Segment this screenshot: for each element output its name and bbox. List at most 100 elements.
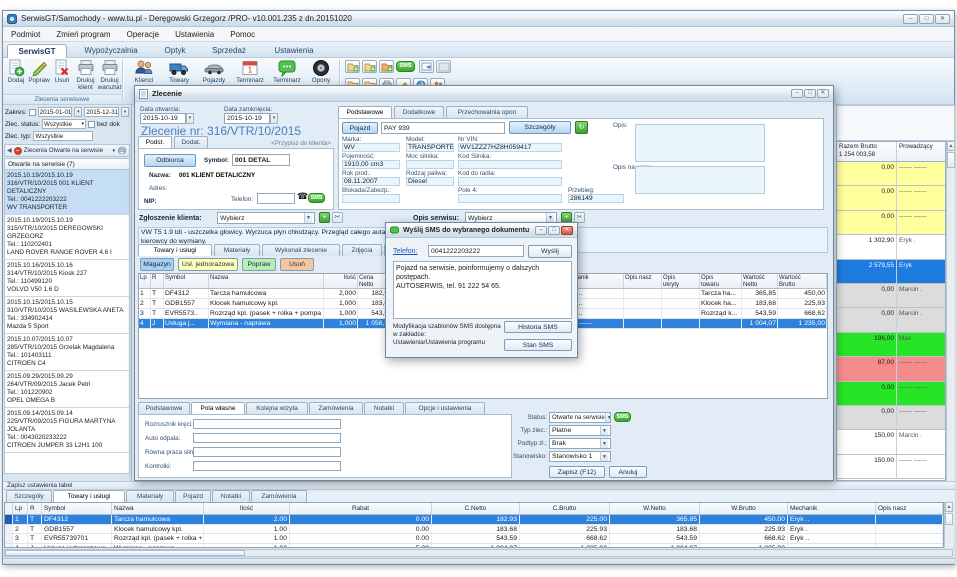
- totals-row[interactable]: 2 579,55 Eryk: [837, 260, 945, 284]
- menu-pomoc[interactable]: Pomoc: [230, 30, 255, 39]
- col-r[interactable]: R: [28, 503, 42, 514]
- save-table-settings-bar[interactable]: Zapisz ustawienia tabel: [3, 481, 955, 490]
- save-button[interactable]: Zapisz (F12): [549, 466, 605, 478]
- col-opis-nasz[interactable]: Opis nasz: [876, 503, 943, 514]
- col-symbol[interactable]: Symbol: [42, 503, 112, 514]
- col-opis-nasz[interactable]: Opis nasz: [624, 274, 662, 288]
- paliwo-input[interactable]: Diesel: [406, 177, 454, 186]
- order-list-item[interactable]: 2015.10.16/2015.10.16 314/VTR/10/2015 Ki…: [5, 260, 129, 297]
- bottom-tab-zamowienia[interactable]: Zamówienia: [251, 490, 307, 502]
- bottom-tab-szczegoly[interactable]: Szczegóły: [6, 490, 52, 502]
- new-vehicle-folder-icon[interactable]: [379, 60, 394, 73]
- przebieg-input[interactable]: 286149: [568, 194, 624, 203]
- assign-to-client-link[interactable]: <Przypisz do klienta>: [253, 140, 331, 147]
- totals-row[interactable]: 0,00 ------ ------: [837, 186, 945, 210]
- sms-message-textarea[interactable]: Pojazd na serwisie, poinformujemy o dals…: [393, 261, 572, 319]
- bottom-table-scrollbar[interactable]: ▲: [944, 502, 953, 548]
- minimize-icon[interactable]: –: [903, 14, 918, 24]
- calendar-button[interactable]: 1 Terminarz: [232, 59, 268, 84]
- sms-icon[interactable]: SMS: [308, 193, 325, 203]
- add-icon[interactable]: +: [319, 212, 330, 223]
- table-row[interactable]: 1 T DF4312 Tarcza hamulcowa 2.00 0.00 18…: [5, 515, 943, 525]
- zakres-checkbox[interactable]: [29, 109, 36, 116]
- send-sms-icon[interactable]: SMS: [396, 61, 415, 72]
- maximize-icon[interactable]: □: [548, 226, 560, 235]
- menu-zmien-program[interactable]: Zmień program: [56, 30, 110, 39]
- rowna-praca-input[interactable]: [193, 447, 341, 457]
- send-sms-button[interactable]: Wyślij: [528, 245, 572, 258]
- col-opis-towaru[interactable]: Opis towaru: [700, 274, 742, 288]
- print-workshop-button[interactable]: Drukuj warsztat: [98, 59, 121, 91]
- order-list-item[interactable]: 2015.09.29/2015.09.29 264/VTR/09/2015 Ja…: [5, 371, 129, 408]
- tab-towary-i-uslugi[interactable]: Towary i usługi: [138, 244, 212, 256]
- col-ilosc[interactable]: Ilość: [324, 274, 358, 288]
- tab-przechowalnia-opon[interactable]: Przechowalnia opon: [446, 106, 528, 118]
- menu-podmiot[interactable]: Podmiot: [11, 30, 40, 39]
- stanowisko-select[interactable]: Stanowisko 1▼: [549, 451, 611, 462]
- totals-row[interactable]: 150,00 Marcin .: [837, 430, 945, 454]
- col-wartosc-netto[interactable]: Wartość Netto: [742, 274, 778, 288]
- totals-row[interactable]: 0,00 ------ ------: [837, 211, 945, 235]
- calendar-sms-button[interactable]: Terminarz: [269, 59, 305, 84]
- kod-silnika-input[interactable]: [458, 160, 562, 169]
- plate-input[interactable]: PAY 939: [381, 122, 505, 134]
- szczegoly-button[interactable]: Szczegóły: [509, 121, 571, 134]
- maximize-icon[interactable]: □: [804, 89, 816, 98]
- tab-opcje-ustawienia[interactable]: Opcje i ustawienia: [405, 402, 485, 414]
- rok-prod-input[interactable]: 08.11.2007: [342, 177, 400, 186]
- window-forward-icon[interactable]: [419, 60, 434, 73]
- close-icon[interactable]: ✕: [561, 226, 573, 235]
- tab-podstawowe-bottom[interactable]: Podstawowe: [138, 402, 190, 414]
- tab-optyk[interactable]: Optyk: [155, 44, 195, 58]
- col-symbol[interactable]: Symbol: [164, 274, 209, 288]
- menu-ustawienia[interactable]: Ustawienia: [175, 30, 214, 39]
- scrollbar-thumb[interactable]: [5, 550, 245, 556]
- totals-row[interactable]: 0,00 Marcin .: [837, 284, 945, 308]
- col-nazwa[interactable]: Nazwa: [112, 503, 204, 514]
- list-nav-title[interactable]: Zlecenia Otwarte na serwisie: [24, 147, 111, 154]
- tab-kolejna-wizyta[interactable]: Kolejna wizyta: [246, 402, 308, 414]
- opis-www-textarea[interactable]: [635, 166, 765, 194]
- totals-row[interactable]: 0,00 Marcin .: [837, 308, 945, 332]
- sms-icon[interactable]: SMS: [614, 412, 631, 422]
- minimize-icon[interactable]: –: [535, 226, 547, 235]
- marka-input[interactable]: WV: [342, 143, 400, 152]
- no-entry-icon[interactable]: –: [14, 147, 22, 155]
- table-row[interactable]: 4 J Usługa jednorazowa Wymiana - naprawa…: [5, 544, 943, 549]
- pole4-input[interactable]: [458, 194, 562, 203]
- tab-materialy[interactable]: Materiały: [214, 244, 260, 256]
- scissors-icon[interactable]: ✂: [332, 212, 343, 223]
- tab-zdjecia[interactable]: Zdjęcia: [342, 244, 382, 256]
- typ-zlec-select[interactable]: Płatne▼: [549, 425, 611, 436]
- col-cnetto[interactable]: C.Netto: [432, 503, 520, 514]
- minimize-icon[interactable]: –: [791, 89, 803, 98]
- kontrolki-input[interactable]: [193, 461, 341, 471]
- col-wbrutto[interactable]: W.Brutto: [700, 503, 788, 514]
- phone-icon[interactable]: ☎: [297, 191, 308, 202]
- clients-button[interactable]: Klienci: [127, 59, 161, 84]
- col-opis-ukryty[interactable]: Opis ukryty: [662, 274, 700, 288]
- open-date-picker-icon[interactable]: ▾: [186, 113, 194, 124]
- print-client-button[interactable]: Drukuj klient: [74, 59, 97, 91]
- tab-ustawienia[interactable]: Ustawienia: [265, 44, 323, 58]
- status-select[interactable]: Wszystkie▾: [42, 119, 86, 129]
- col-wnetto[interactable]: W.Netto: [610, 503, 700, 514]
- odbiorca-button[interactable]: Odbiorca: [144, 154, 196, 167]
- tab-dodat[interactable]: Dodat.: [174, 136, 208, 148]
- tab-pola-wlasne[interactable]: Pola własne: [191, 402, 245, 414]
- goods-button[interactable]: Towary: [162, 59, 196, 84]
- delete-order-button[interactable]: Usuń: [51, 59, 73, 84]
- moc-input[interactable]: [406, 160, 454, 169]
- tab-sprzedaz[interactable]: Sprzedaż: [203, 44, 255, 58]
- sms-phone-input[interactable]: 0041222203222: [428, 245, 524, 257]
- tires-button[interactable]: Opony: [306, 59, 336, 84]
- close-date-picker-icon[interactable]: ▾: [270, 113, 278, 124]
- rozrusznik-input[interactable]: [193, 419, 341, 429]
- print-list-icon[interactable]: [117, 146, 127, 155]
- auto-odpala-input[interactable]: [193, 433, 341, 443]
- table-row[interactable]: 3 T EVR55739701 Rozrząd kpl. (pasek + ro…: [5, 534, 943, 544]
- col-rabat[interactable]: Rabat: [290, 503, 432, 514]
- open-date-input[interactable]: 2015-10-19: [140, 113, 186, 124]
- cancel-button[interactable]: Anuluj: [609, 466, 647, 478]
- sms-status-button[interactable]: Stan SMS: [504, 339, 572, 351]
